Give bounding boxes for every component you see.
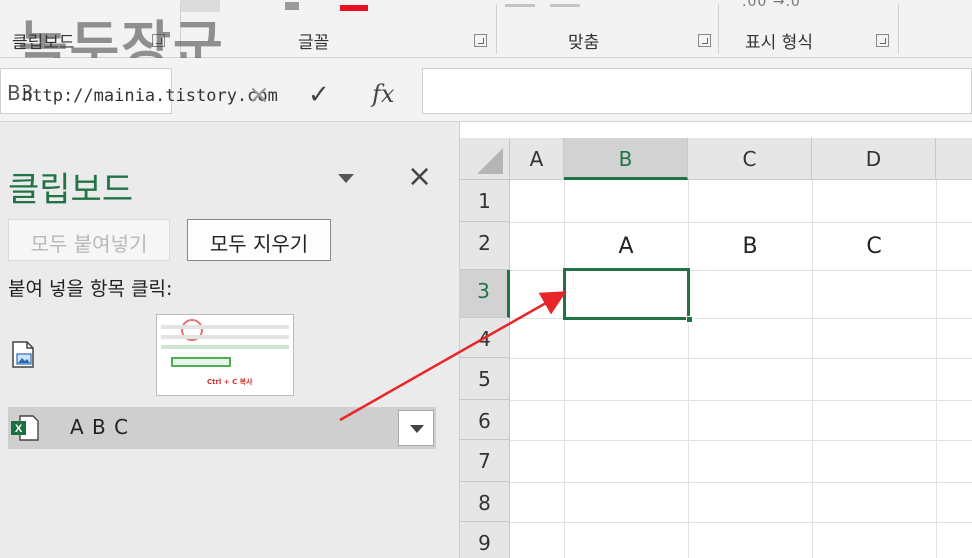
clipboard-pane-title: 클립보드 [8, 170, 134, 210]
number-launcher-icon[interactable] [876, 34, 889, 47]
column-header-b[interactable]: B [564, 138, 688, 180]
clipboard-item-abc[interactable]: X A B C [8, 407, 436, 449]
clipboard-item-dropdown-chevron-down-icon[interactable] [398, 410, 434, 446]
grid-line [510, 440, 972, 441]
cell-d2[interactable]: C [812, 234, 936, 259]
clear-all-button[interactable]: 모두 지우기 [187, 219, 331, 261]
ribbon-control-fragment[interactable] [550, 4, 580, 7]
selected-cell-b3[interactable] [563, 268, 690, 320]
row-header-6[interactable]: 6 [460, 400, 510, 440]
column-header-d[interactable]: D [812, 138, 936, 180]
grid-line [510, 522, 972, 523]
paste-all-button[interactable]: 모두 붙여넣기 [8, 219, 170, 261]
cell-c2[interactable]: B [688, 234, 812, 259]
thumbnail-row [161, 325, 289, 329]
insert-function-icon[interactable]: fx [372, 80, 394, 108]
ribbon-control-fragment[interactable] [505, 4, 535, 7]
ribbon-group-font: 글꼴 [298, 33, 330, 53]
excel-clip-icon: X [11, 415, 39, 441]
ribbon-control-fragment[interactable] [285, 2, 299, 10]
row-header-9[interactable]: 9 [460, 522, 510, 558]
row-header-7[interactable]: 7 [460, 440, 510, 482]
row-header-8[interactable]: 8 [460, 482, 510, 522]
group-separator [718, 4, 719, 54]
grid-line [510, 222, 972, 223]
grid-line [510, 482, 972, 483]
alignment-launcher-icon[interactable] [698, 34, 711, 47]
thumbnail-selection [171, 357, 231, 367]
grid-line [510, 358, 972, 359]
ribbon-group-alignment: 맞춤 [568, 33, 600, 53]
thumbnail-row [161, 335, 289, 339]
number-format-glyph[interactable]: .00 →.0 [742, 0, 801, 10]
paste-hint-label: 붙여 넣을 항목 클릭: [8, 278, 173, 300]
clipboard-item-text: A B C [70, 415, 130, 439]
worksheet-grid: A B C D 1 2 3 4 5 6 7 8 9 A B C [460, 138, 972, 558]
formula-bar: B3 http://mainia.tistory.com × ✓ fx [0, 58, 972, 122]
pane-options-chevron-down-icon[interactable] [338, 174, 354, 183]
close-icon[interactable]: × [407, 160, 432, 194]
row-header-4[interactable]: 4 [460, 318, 510, 358]
formula-input[interactable] [422, 68, 972, 114]
group-separator [898, 4, 899, 54]
enter-check-icon[interactable]: ✓ [308, 80, 330, 110]
column-header-e[interactable] [936, 138, 972, 180]
font-launcher-icon[interactable] [474, 34, 487, 47]
group-separator [496, 4, 497, 54]
fill-handle[interactable] [686, 316, 693, 323]
picture-clip-icon [12, 341, 34, 368]
svg-text:X: X [15, 423, 23, 435]
cell-b2[interactable]: A [564, 234, 688, 259]
font-color-swatch[interactable] [340, 5, 368, 11]
clipboard-pane: 클립보드 × 모두 붙여넣기 모두 지우기 붙여 넣을 항목 클릭: Ctrl … [0, 122, 460, 558]
cancel-icon[interactable]: × [248, 80, 270, 110]
column-header-a[interactable]: A [510, 138, 564, 180]
row-header-1[interactable]: 1 [460, 180, 510, 222]
clipboard-thumbnail[interactable]: Ctrl + C 복사 [156, 314, 294, 396]
select-all-corner[interactable] [460, 138, 510, 180]
grid-line [510, 400, 972, 401]
watermark-url: http://mainia.tistory.com [22, 86, 278, 106]
column-header-c[interactable]: C [688, 138, 812, 180]
row-header-5[interactable]: 5 [460, 358, 510, 400]
row-header-3[interactable]: 3 [460, 270, 510, 318]
thumbnail-row [161, 345, 289, 349]
grid-line [936, 180, 937, 558]
row-header-2[interactable]: 2 [460, 222, 510, 270]
thumbnail-caption: Ctrl + C 복사 [207, 378, 253, 386]
ribbon-group-number: 표시 형식 [745, 33, 813, 53]
